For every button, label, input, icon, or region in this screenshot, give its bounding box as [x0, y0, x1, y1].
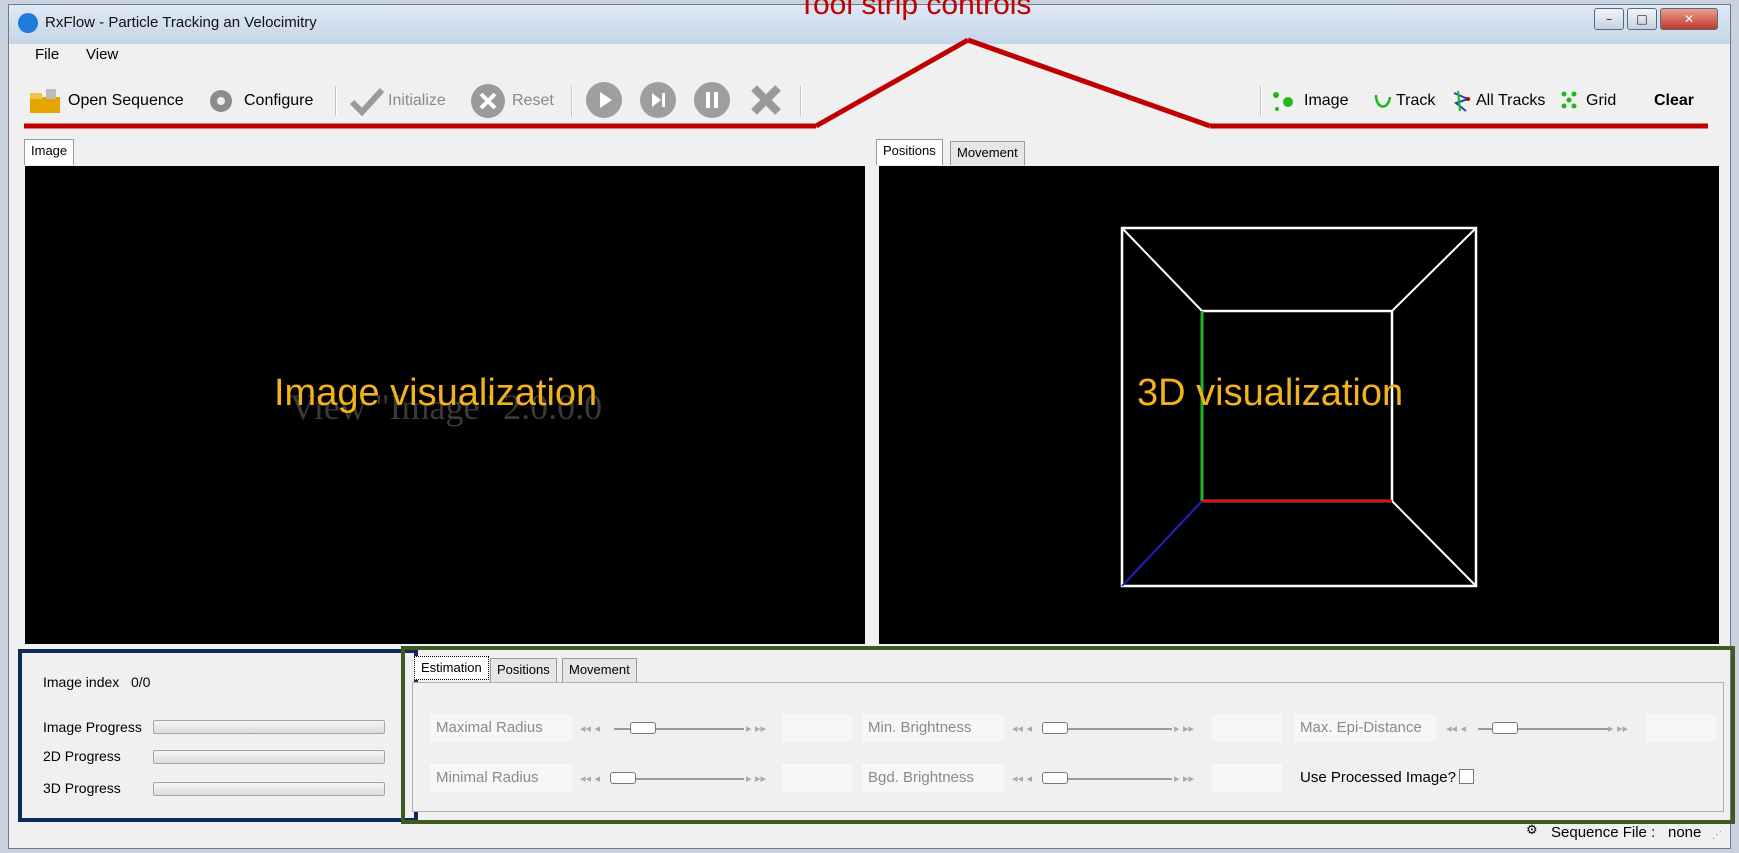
- slider-arrows-left[interactable]: ◂◂ ◂: [580, 722, 600, 735]
- tab-positions[interactable]: Positions: [876, 139, 943, 165]
- max-epi-distance-thumb[interactable]: [1492, 722, 1518, 734]
- minimal-radius-value[interactable]: [782, 764, 852, 792]
- max-epi-distance-label: Max. Epi-Distance: [1294, 714, 1436, 742]
- use-processed-image-checkbox[interactable]: [1459, 769, 1474, 784]
- minimal-radius-thumb[interactable]: [610, 772, 636, 784]
- bgd-brightness-label: Bgd. Brightness: [862, 764, 1004, 792]
- tab-params-movement[interactable]: Movement: [562, 658, 637, 682]
- slider-arrows-right[interactable]: ▸ ▸▸: [746, 772, 766, 785]
- 3d-progress-label: 3D Progress: [43, 780, 121, 796]
- maximal-radius-label: Maximal Radius: [430, 714, 572, 742]
- image-vis-annotation: Image visualization: [274, 372, 598, 414]
- 3d-progress-bar: [153, 782, 385, 796]
- 3d-vis-annotation: 3D visualization: [1137, 372, 1404, 414]
- slider-arrows-right[interactable]: ▸ ▸▸: [746, 722, 766, 735]
- slider-arrows-right[interactable]: ▸ ▸▸: [1174, 722, 1194, 735]
- image-index-value: 0/0: [131, 674, 151, 690]
- sequence-file-label: Sequence File :: [1551, 824, 1656, 841]
- sequence-file-icon: ⚙: [1526, 823, 1538, 838]
- maximal-radius-thumb[interactable]: [630, 722, 656, 734]
- slider-arrows-left[interactable]: ◂◂ ◂: [1446, 722, 1466, 735]
- image-progress-label: Image Progress: [43, 719, 142, 735]
- slider-arrows-right[interactable]: ▸ ▸▸: [1608, 722, 1628, 735]
- resize-grip-icon[interactable]: ⋰: [1712, 830, 1722, 841]
- sequence-file-value: none: [1668, 824, 1702, 841]
- tab-movement[interactable]: Movement: [950, 141, 1025, 165]
- tab-estimation[interactable]: Estimation: [414, 656, 489, 680]
- toolstrip-annotation-lines: [24, 37, 1708, 129]
- bgd-brightness-thumb[interactable]: [1042, 772, 1068, 784]
- maximal-radius-value[interactable]: [782, 714, 852, 742]
- image-index-label: Image index: [43, 674, 120, 690]
- slider-arrows-left[interactable]: ◂◂ ◂: [1012, 772, 1032, 785]
- min-brightness-thumb[interactable]: [1042, 722, 1068, 734]
- tab-params-positions[interactable]: Positions: [490, 658, 557, 682]
- minimal-radius-label: Minimal Radius: [430, 764, 572, 792]
- tab-image[interactable]: Image: [24, 139, 75, 165]
- image-progress-bar: [153, 720, 385, 734]
- 2d-progress-bar: [153, 750, 385, 764]
- slider-arrows-left[interactable]: ◂◂ ◂: [1012, 722, 1032, 735]
- min-brightness-value[interactable]: [1212, 714, 1282, 742]
- 2d-progress-label: 2D Progress: [43, 748, 121, 764]
- slider-arrows-left[interactable]: ◂◂ ◂: [580, 772, 600, 785]
- bgd-brightness-value[interactable]: [1212, 764, 1282, 792]
- max-epi-distance-value[interactable]: [1646, 714, 1716, 742]
- min-brightness-label: Min. Brightness: [862, 714, 1004, 742]
- estimation-page: [412, 682, 1724, 812]
- use-processed-image-label: Use Processed Image?: [1300, 769, 1456, 786]
- slider-arrows-right[interactable]: ▸ ▸▸: [1174, 772, 1194, 785]
